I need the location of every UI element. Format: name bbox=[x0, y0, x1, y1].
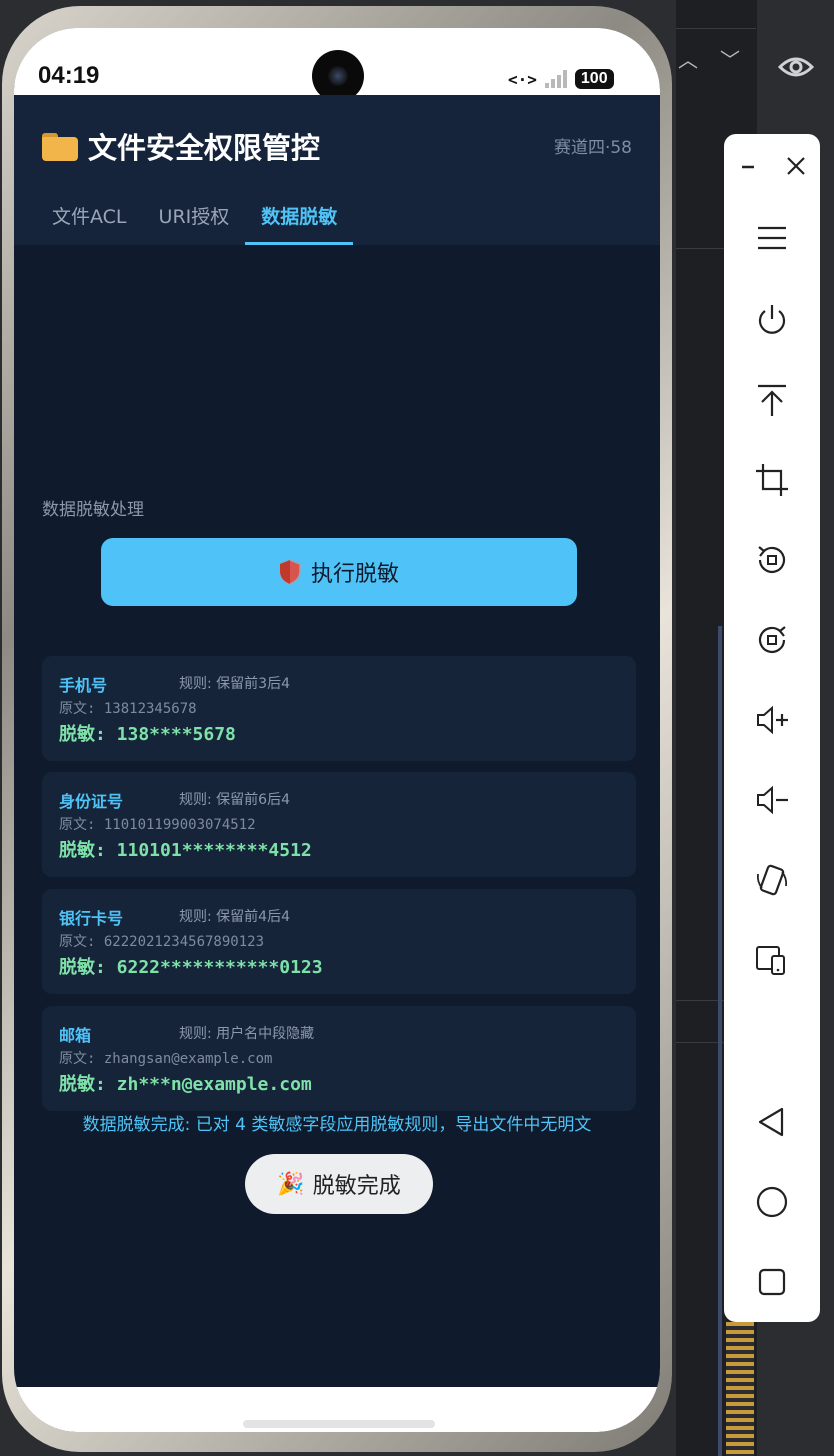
field-masked: 脱敏: zh***n@example.com bbox=[59, 1074, 312, 1095]
battery-icon: 100 bbox=[574, 69, 614, 89]
field-rule: 规则: 保留前4后4 bbox=[179, 909, 290, 925]
emulator-toolbar bbox=[724, 134, 820, 1322]
fold-icon[interactable] bbox=[752, 860, 792, 900]
masking-card-phone: 手机号 规则: 保留前3后4 原文: 13812345678 脱敏: 138**… bbox=[42, 656, 636, 761]
field-original: 原文: 13812345678 bbox=[59, 701, 197, 717]
volume-up-icon[interactable] bbox=[752, 700, 792, 740]
status-bar: 04:19 <·> 100 bbox=[14, 28, 660, 102]
rotate-top-icon[interactable] bbox=[752, 380, 792, 420]
field-masked: 脱敏: 6222***********0123 bbox=[59, 957, 323, 978]
phone-frame: 04:19 <·> 100 文件安全权限管控 赛道四·58 文件ACL URI授… bbox=[2, 6, 672, 1452]
page-title-text: 文件安全权限管控 bbox=[88, 131, 321, 165]
minimize-icon[interactable] bbox=[728, 146, 768, 186]
eye-icon[interactable] bbox=[778, 52, 814, 82]
ide-stripes bbox=[726, 1322, 754, 1456]
phone-screen: 04:19 <·> 100 文件安全权限管控 赛道四·58 文件ACL URI授… bbox=[14, 28, 660, 1432]
field-name: 邮箱 bbox=[59, 1026, 92, 1045]
home-icon[interactable] bbox=[752, 1182, 792, 1222]
app-header: 文件安全权限管控 赛道四·58 文件ACL URI授权 数据脱敏 bbox=[14, 95, 660, 245]
masking-card-id: 身份证号 规则: 保留前6后4 原文: 110101199003074512 脱… bbox=[42, 772, 636, 877]
track-label: 赛道四·58 bbox=[553, 138, 632, 158]
chevron-down-icon[interactable]: ﹀ bbox=[720, 44, 740, 73]
result-message: 数据脱敏完成: 已对 4 类敏感字段应用脱敏规则，导出文件中无明文 bbox=[82, 1115, 592, 1135]
device-icon[interactable] bbox=[752, 940, 792, 980]
data-transfer-icon: <·> bbox=[508, 69, 537, 89]
shield-icon bbox=[279, 559, 301, 585]
run-masking-label: 执行脱敏 bbox=[310, 561, 399, 586]
field-masked: 脱敏: 138****5678 bbox=[59, 724, 236, 745]
field-original: 原文: zhangsan@example.com bbox=[59, 1051, 273, 1067]
field-rule: 规则: 用户名中段隐藏 bbox=[179, 1026, 315, 1042]
rotate-right-icon[interactable] bbox=[752, 620, 792, 660]
rotate-left-icon[interactable] bbox=[752, 540, 792, 580]
toast-text: 脱敏完成 bbox=[312, 1174, 401, 1199]
tab-uri-auth[interactable]: URI授权 bbox=[143, 199, 246, 245]
party-popper-icon: 🎉 bbox=[277, 1171, 305, 1197]
menu-icon[interactable] bbox=[752, 218, 792, 258]
chevron-up-icon[interactable]: ︿ bbox=[678, 44, 698, 73]
masking-card-email: 邮箱 规则: 用户名中段隐藏 原文: zhangsan@example.com … bbox=[42, 1006, 636, 1111]
toast: 🎉 脱敏完成 bbox=[245, 1154, 433, 1214]
field-rule: 规则: 保留前3后4 bbox=[179, 676, 290, 692]
field-original: 原文: 6222021234567890123 bbox=[59, 934, 265, 950]
app-content: 文件安全权限管控 赛道四·58 文件ACL URI授权 数据脱敏 数据脱敏处理 bbox=[14, 95, 660, 1387]
status-time: 04:19 bbox=[38, 62, 100, 89]
tab-bar: 文件ACL URI授权 数据脱敏 bbox=[36, 199, 354, 245]
volume-down-icon[interactable] bbox=[752, 780, 792, 820]
page-title: 文件安全权限管控 bbox=[42, 125, 320, 167]
masking-card-bank: 银行卡号 规则: 保留前4后4 原文: 6222021234567890123 … bbox=[42, 889, 636, 994]
tab-data-masking[interactable]: 数据脱敏 bbox=[245, 199, 354, 245]
signal-icon bbox=[544, 70, 567, 88]
tab-file-acl[interactable]: 文件ACL bbox=[36, 199, 143, 245]
power-icon[interactable] bbox=[752, 300, 792, 340]
run-masking-button[interactable]: 执行脱敏 bbox=[101, 538, 577, 606]
crop-icon[interactable] bbox=[752, 460, 792, 500]
field-name: 身份证号 bbox=[59, 792, 124, 811]
ide-scrollbar[interactable] bbox=[718, 626, 722, 1456]
section-label: 数据脱敏处理 bbox=[42, 500, 144, 520]
home-indicator[interactable] bbox=[243, 1420, 435, 1428]
field-name: 银行卡号 bbox=[59, 909, 124, 928]
overview-icon[interactable] bbox=[752, 1262, 792, 1302]
field-original: 原文: 110101199003074512 bbox=[59, 817, 256, 833]
field-rule: 规则: 保留前6后4 bbox=[179, 792, 290, 808]
folder-icon bbox=[42, 131, 78, 161]
status-icons: <·> 100 bbox=[508, 66, 614, 92]
phone-bezel: 04:19 <·> 100 文件安全权限管控 赛道四·58 文件ACL URI授… bbox=[14, 28, 660, 1432]
close-icon[interactable] bbox=[776, 146, 816, 186]
back-icon[interactable] bbox=[752, 1102, 792, 1142]
field-masked: 脱敏: 110101********4512 bbox=[59, 840, 312, 861]
field-name: 手机号 bbox=[59, 676, 108, 695]
